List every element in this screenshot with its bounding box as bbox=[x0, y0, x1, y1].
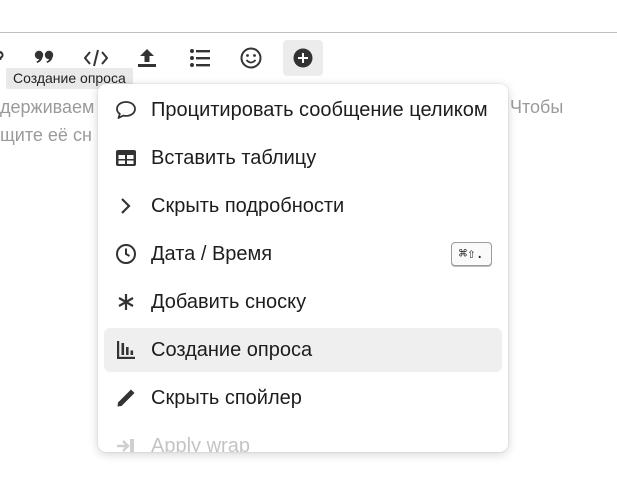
menu-item-label: Дата / Время bbox=[151, 242, 273, 265]
top-divider bbox=[0, 32, 617, 33]
menu-item-insert-table[interactable]: Вставить таблицу bbox=[104, 136, 502, 180]
composer-text-line2-left: щите её сн bbox=[0, 125, 92, 145]
menu-item-label: Процитировать сообщение целиком bbox=[151, 98, 488, 121]
menu-item-hide-spoiler[interactable]: Скрыть спойлер bbox=[104, 376, 502, 420]
poll-chart-icon bbox=[104, 328, 148, 372]
table-icon bbox=[104, 136, 148, 180]
bullet-list-icon[interactable] bbox=[182, 40, 218, 76]
menu-item-create-poll[interactable]: Создание опроса bbox=[104, 328, 502, 372]
composer-text-line1-left: держиваем bbox=[0, 97, 95, 117]
menu-item-label: Скрыть подробности bbox=[151, 194, 345, 217]
chevron-right-icon bbox=[104, 184, 148, 228]
pencil-icon bbox=[104, 376, 148, 420]
menu-item-label: Скрыть спойлер bbox=[151, 386, 302, 409]
menu-item-label: Создание опроса bbox=[151, 338, 313, 361]
menu-item-hide-details[interactable]: Скрыть подробности bbox=[104, 184, 502, 228]
speech-bubble-icon bbox=[104, 88, 148, 132]
keyboard-shortcut: ⌘⇧. bbox=[450, 242, 492, 266]
menu-item-add-footnote[interactable]: Добавить сноску bbox=[104, 280, 502, 324]
composer-page: Создание опроса держиваем Чтобы щите её … bbox=[0, 0, 617, 500]
plus-circle-icon bbox=[293, 48, 313, 68]
menu-item-quote-whole-post[interactable]: Процитировать сообщение целиком bbox=[104, 88, 502, 132]
upload-icon[interactable] bbox=[129, 40, 165, 76]
clock-icon bbox=[104, 232, 148, 276]
menu-item-label: Apply wrap bbox=[151, 434, 250, 453]
menu-item-label: Добавить сноску bbox=[151, 290, 307, 313]
menu-item-apply-wrap[interactable]: Apply wrap bbox=[104, 424, 502, 452]
menu-item-date-time[interactable]: Дата / Время ⌘⇧. bbox=[104, 232, 502, 276]
emoji-icon[interactable] bbox=[233, 40, 269, 76]
composer-text-line1-right: Чтобы bbox=[510, 97, 564, 117]
wrap-arrow-icon bbox=[104, 424, 148, 452]
insert-menu: Процитировать сообщение целиком Вставить… bbox=[98, 84, 508, 452]
asterisk-icon bbox=[104, 280, 148, 324]
menu-item-label: Вставить таблицу bbox=[151, 146, 317, 169]
insert-menu-button[interactable] bbox=[283, 40, 323, 76]
